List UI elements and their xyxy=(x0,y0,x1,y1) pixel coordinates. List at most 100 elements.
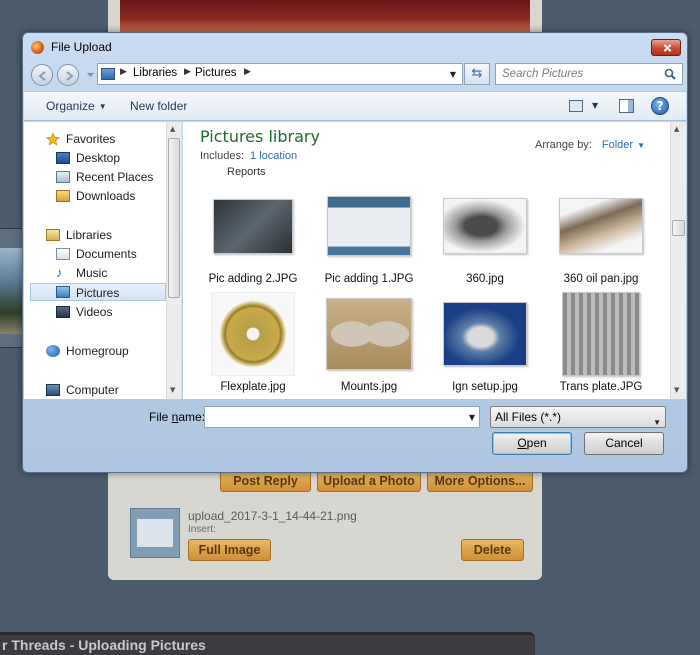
breadcrumb-libraries[interactable]: Libraries xyxy=(133,67,177,79)
nav-videos[interactable]: Videos xyxy=(24,303,166,321)
change-view-icon[interactable] xyxy=(569,100,583,112)
new-folder-button[interactable]: New folder xyxy=(130,99,187,113)
file-name: Pic adding 2.JPG xyxy=(208,273,298,285)
ignition-setup-photo-thumbnail xyxy=(443,302,527,366)
nav-homegroup-label: Homegroup xyxy=(66,344,129,358)
more-options-button[interactable]: More Options... xyxy=(427,470,533,492)
file-thumbnail xyxy=(203,292,303,376)
chevron-down-icon[interactable]: ▼ xyxy=(637,141,645,150)
file-upload-dialog: File Upload ▶ Libraries ▶ Pictures ▶ ▼ ⇆… xyxy=(22,32,688,473)
file-thumbnail xyxy=(551,292,651,376)
file-name: Trans plate.JPG xyxy=(559,381,643,393)
nav-libraries-label: Libraries xyxy=(66,228,113,242)
navigation-scroll-thumb[interactable] xyxy=(168,138,180,298)
open-button[interactable]: Open xyxy=(492,432,572,455)
preview-pane-icon[interactable] xyxy=(619,99,634,113)
file-name-combobox[interactable]: ▼ xyxy=(204,406,480,428)
file-thumbnail xyxy=(551,184,651,268)
file-name-label-start: File xyxy=(149,410,172,424)
background-image-top xyxy=(120,0,530,32)
background-left-image xyxy=(0,248,22,334)
music-icon: ♪ xyxy=(56,265,63,280)
file-name-dropdown-icon[interactable]: ▼ xyxy=(469,413,475,422)
file-list-scrollbar[interactable]: ▲ ▼ xyxy=(670,122,686,399)
file-thumbnail xyxy=(435,292,535,376)
nav-recent-places-label: Recent Places xyxy=(76,170,154,184)
file-type-select[interactable]: All Files (*.*) ▼ xyxy=(490,406,666,428)
open-button-accelerator: O xyxy=(517,436,527,450)
nav-downloads-label: Downloads xyxy=(76,189,136,203)
nav-videos-label: Videos xyxy=(76,305,113,319)
dialog-title: File Upload xyxy=(51,40,112,54)
arrange-by: Arrange by: Folder ▼ xyxy=(535,139,645,151)
file-list-scroll-thumb[interactable] xyxy=(672,220,685,236)
arrange-by-dropdown[interactable]: Folder xyxy=(602,139,633,151)
full-image-button[interactable]: Full Image xyxy=(188,539,271,561)
chevron-down-icon: ▼ xyxy=(653,418,661,427)
location-link[interactable]: 1 location xyxy=(250,150,297,162)
cancel-button[interactable]: Cancel xyxy=(584,432,664,455)
breadcrumb-separator-icon[interactable]: ▶ xyxy=(120,67,127,77)
breadcrumb-separator-icon[interactable]: ▶ xyxy=(184,67,191,77)
search-input[interactable] xyxy=(496,64,656,84)
desktop-icon xyxy=(56,152,70,164)
documents-icon xyxy=(56,248,70,260)
oil-pan-photo-thumbnail xyxy=(559,198,643,254)
screenshot-thumbnail xyxy=(327,196,411,256)
file-type-value: All Files (*.*) xyxy=(495,410,562,424)
organize-menu[interactable]: Organize ▼ xyxy=(46,99,107,113)
delete-button[interactable]: Delete xyxy=(461,539,524,561)
file-name: 360 oil pan.jpg xyxy=(563,273,639,285)
back-button[interactable] xyxy=(31,64,53,86)
help-icon[interactable]: ? xyxy=(651,97,669,115)
file-name: Flexplate.jpg xyxy=(220,381,286,393)
breadcrumb-separator-icon[interactable]: ▶ xyxy=(244,67,251,77)
chevron-down-icon: ▼ xyxy=(98,102,107,111)
file-thumbnail xyxy=(435,184,535,268)
address-bar[interactable]: ▶ Libraries ▶ Pictures ▶ ▼ xyxy=(97,63,463,85)
nav-music-label: Music xyxy=(76,266,108,280)
nav-libraries[interactable]: Libraries xyxy=(24,226,166,244)
navigation-scrollbar[interactable]: ▲ ▼ xyxy=(166,122,181,399)
library-icon xyxy=(101,68,115,80)
nav-pictures[interactable]: Pictures xyxy=(30,283,166,301)
nav-desktop[interactable]: Desktop xyxy=(24,149,166,167)
nav-documents[interactable]: Documents xyxy=(24,245,166,263)
file-name-label: File name: xyxy=(149,410,205,424)
file-list-pane: Pictures library Includes: 1 location Arr… xyxy=(183,122,686,399)
nav-favorites[interactable]: Favorites xyxy=(24,130,166,148)
recent-locations-dropdown-icon[interactable] xyxy=(87,71,94,78)
nav-desktop-label: Desktop xyxy=(76,151,121,165)
file-name-input[interactable] xyxy=(205,407,455,427)
view-options-dropdown-icon[interactable]: ▼ xyxy=(592,101,598,110)
scroll-down-icon[interactable]: ▼ xyxy=(674,386,679,394)
nav-downloads[interactable]: Downloads xyxy=(24,187,166,205)
forward-arrow-icon xyxy=(66,71,74,81)
refresh-button[interactable]: ⇆ xyxy=(464,63,490,85)
engine-photo-thumbnail xyxy=(443,198,527,254)
search-box[interactable] xyxy=(495,63,683,85)
nav-homegroup[interactable]: Homegroup xyxy=(24,342,166,360)
nav-recent-places[interactable]: Recent Places xyxy=(24,168,166,186)
back-arrow-icon xyxy=(38,71,46,81)
nav-computer[interactable]: Computer xyxy=(24,381,166,399)
close-button[interactable] xyxy=(651,39,681,56)
refresh-icon: ⇆ xyxy=(471,66,483,81)
file-name: Mounts.jpg xyxy=(340,381,398,393)
firefox-icon xyxy=(31,41,44,54)
forward-button[interactable] xyxy=(57,64,79,86)
upload-photo-button[interactable]: Upload a Photo xyxy=(317,470,421,492)
address-dropdown-icon[interactable]: ▼ xyxy=(450,70,456,79)
nav-computer-label: Computer xyxy=(66,383,119,397)
search-icon[interactable] xyxy=(664,68,676,80)
computer-icon xyxy=(46,384,60,396)
pictures-icon xyxy=(56,286,70,298)
post-reply-button[interactable]: Post Reply xyxy=(220,470,311,492)
file-thumbnail xyxy=(319,292,419,376)
scroll-up-icon[interactable]: ▲ xyxy=(674,125,679,133)
breadcrumb-pictures[interactable]: Pictures xyxy=(195,67,237,79)
scroll-down-icon[interactable]: ▼ xyxy=(170,386,175,394)
nav-music[interactable]: ♪ Music xyxy=(24,264,166,282)
open-button-label: pen xyxy=(526,436,547,450)
scroll-up-icon[interactable]: ▲ xyxy=(170,125,175,133)
